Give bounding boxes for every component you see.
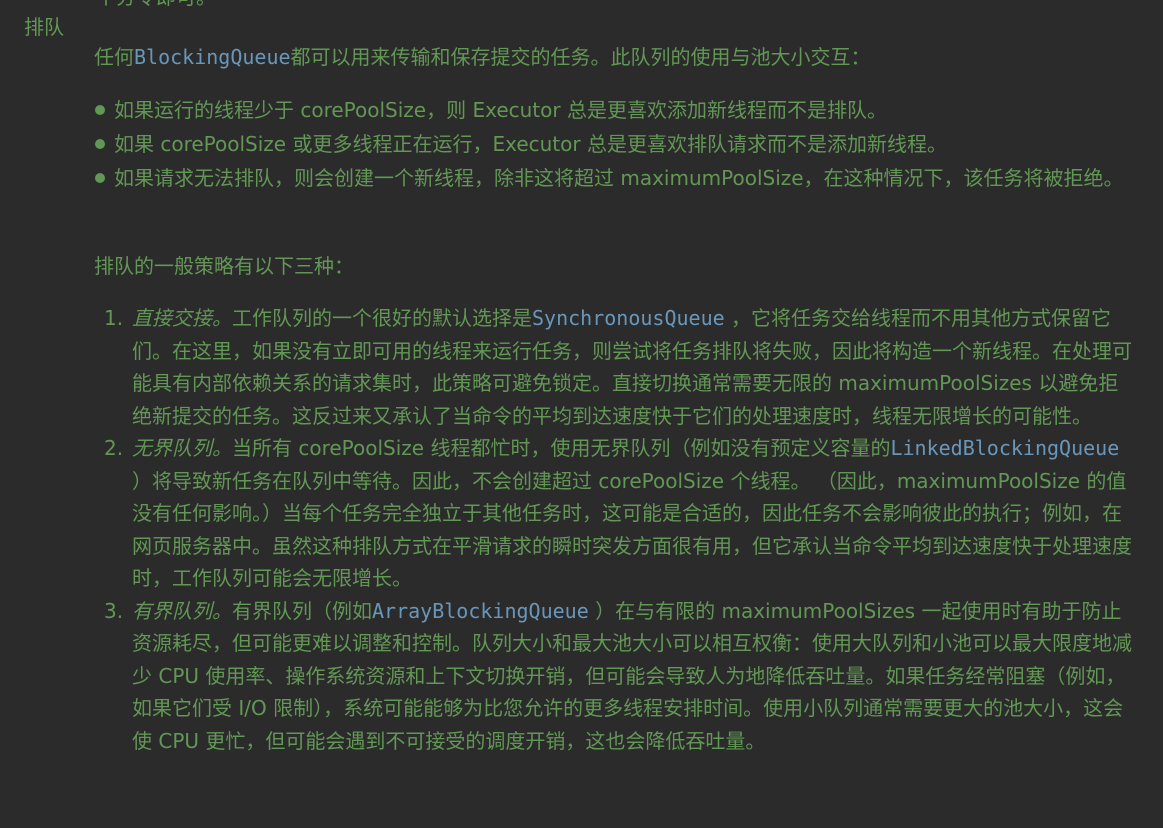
strategy-text: 工作队列的一个很好的默认选择是: [232, 306, 532, 330]
list-item-text: 如果 corePoolSize 或更多线程正在运行，Executor 总是更喜欢…: [114, 132, 947, 156]
list-item: 如果 corePoolSize 或更多线程正在运行，Executor 总是更喜欢…: [94, 127, 1144, 161]
strategy-number: 1.: [104, 306, 124, 330]
code-ref-linkedblockingqueue[interactable]: LinkedBlockingQueue: [890, 436, 1119, 460]
strategy-title: 直接交接。: [132, 306, 232, 330]
strategy-title: 有界队列。: [132, 598, 232, 623]
strategy-number: 2.: [104, 436, 124, 460]
queue-rules-list: 如果运行的线程少于 corePoolSize，则 Executor 总是更喜欢添…: [94, 93, 1144, 195]
section-label-queuing: 排队: [24, 15, 64, 39]
strategy-item: 1. 直接交接。工作队列的一个很好的默认选择是SynchronousQueue ，…: [104, 302, 1134, 432]
strategy-number: 3.: [104, 598, 124, 623]
bullet-icon: [95, 139, 105, 149]
strategy-title: 无界队列。: [132, 436, 232, 460]
list-item-text: 如果运行的线程少于 corePoolSize，则 Executor 总是更喜欢添…: [114, 98, 887, 122]
code-ref-synchronousqueue[interactable]: SynchronousQueue: [532, 306, 725, 330]
strategy-item: 2. 无界队列。当所有 corePoolSize 线程都忙时，使用无界队列（例如没…: [104, 432, 1134, 595]
list-item: 如果请求无法排队，则会创建一个新线程，除非这将超过 maximumPoolSiz…: [94, 161, 1144, 195]
strategy-item: 3. 有界队列。有界队列（例如ArrayBlockingQueue ）在与有限的 …: [104, 595, 1134, 758]
intro-paragraph: 任何BlockingQueue都可以用来传输和保存提交的任务。此队列的使用与池大…: [94, 43, 871, 71]
bullet-icon: [95, 173, 105, 183]
javadoc-panel: 个分令即可。 排队 任何BlockingQueue都可以用来传输和保存提交的任务…: [0, 0, 1163, 828]
code-ref-blockingqueue[interactable]: BlockingQueue: [134, 45, 291, 69]
list-item-text: 如果请求无法排队，则会创建一个新线程，除非这将超过 maximumPoolSiz…: [114, 166, 1124, 190]
strategy-intro: 排队的一般策略有以下三种：: [94, 254, 354, 278]
intro-prefix: 任何: [94, 45, 134, 69]
strategy-text: 有界队列（例如: [232, 598, 372, 623]
code-ref-arrayblockingqueue[interactable]: ArrayBlockingQueue: [372, 599, 589, 623]
strategies-list: 1. 直接交接。工作队列的一个很好的默认选择是SynchronousQueue ，…: [104, 302, 1134, 757]
list-item: 如果运行的线程少于 corePoolSize，则 Executor 总是更喜欢添…: [94, 93, 1144, 127]
strategy-text: 当所有 corePoolSize 线程都忙时，使用无界队列（例如没有预定义容量的: [232, 436, 891, 460]
bullet-icon: [95, 105, 105, 115]
previous-line-fragment: 个分令即可。: [96, 0, 216, 10]
intro-suffix: 都可以用来传输和保存提交的任务。此队列的使用与池大小交互：: [290, 45, 871, 69]
strategy-text: ）将导致新任务在队列中等待。因此，不会创建超过 corePoolSize 个线程…: [132, 468, 1132, 591]
